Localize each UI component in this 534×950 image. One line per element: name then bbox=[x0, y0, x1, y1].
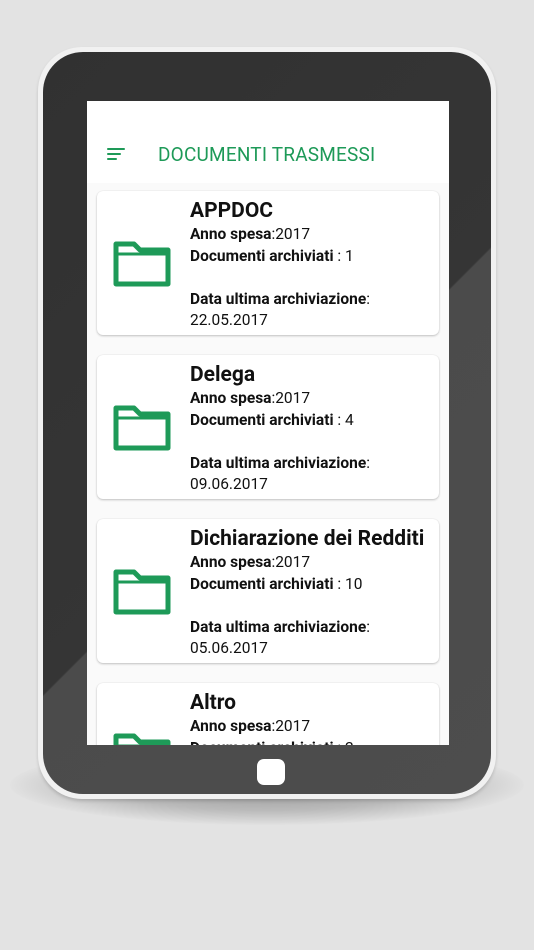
folder-icon bbox=[113, 733, 171, 745]
anno-spesa-label: Anno spesa bbox=[190, 553, 272, 571]
folder-icon bbox=[113, 405, 171, 451]
data-ultima-value: 09.06.2017 bbox=[190, 475, 268, 493]
anno-spesa-row: Anno spesa:2017 bbox=[190, 551, 435, 573]
data-ultima-row: Data ultima archiviazione: bbox=[190, 288, 435, 310]
documenti-archiviati-label: Documenti archiviati bbox=[190, 247, 334, 265]
anno-spesa-label: Anno spesa bbox=[190, 389, 272, 407]
documenti-archiviati-row: Documenti archiviati : 2 bbox=[190, 737, 435, 745]
data-ultima-row: Data ultima archiviazione: bbox=[190, 452, 435, 474]
card-title: Altro bbox=[190, 691, 237, 715]
document-category-card[interactable]: Altro Anno spesa:2017 Documenti archivia… bbox=[97, 683, 439, 745]
app-screen: DOCUMENTI TRASMESSI APPDOC Anno spesa:20… bbox=[87, 101, 449, 745]
data-ultima-label: Data ultima archiviazione bbox=[190, 618, 367, 636]
card-content: Dichiarazione dei Redditi Anno spesa:201… bbox=[190, 527, 435, 658]
anno-spesa-value: :2017 bbox=[271, 389, 311, 407]
documenti-archiviati-label: Documenti archiviati bbox=[190, 739, 334, 745]
document-category-card[interactable]: Delega Anno spesa:2017 Documenti archivi… bbox=[97, 355, 439, 499]
data-ultima-label: Data ultima archiviazione bbox=[190, 290, 367, 308]
card-title: APPDOC bbox=[190, 199, 274, 223]
home-button[interactable] bbox=[257, 759, 285, 785]
documenti-archiviati-value: : 2 bbox=[334, 739, 353, 745]
anno-spesa-value: :2017 bbox=[271, 225, 311, 243]
anno-spesa-row: Anno spesa:2017 bbox=[190, 223, 435, 245]
document-category-card[interactable]: Dichiarazione dei Redditi Anno spesa:201… bbox=[97, 519, 439, 663]
anno-spesa-label: Anno spesa bbox=[190, 717, 272, 735]
card-content: Delega Anno spesa:2017 Documenti archivi… bbox=[190, 363, 435, 494]
anno-spesa-value: :2017 bbox=[271, 553, 311, 571]
data-ultima-value: 22.05.2017 bbox=[190, 311, 268, 329]
data-ultima-label: Data ultima archiviazione bbox=[190, 454, 367, 472]
card-title: Dichiarazione dei Redditi bbox=[190, 527, 425, 551]
folder-icon bbox=[113, 569, 171, 615]
data-ultima-colon: : bbox=[366, 290, 370, 308]
document-category-card[interactable]: APPDOC Anno spesa:2017 Documenti archivi… bbox=[97, 191, 439, 335]
app-bar: DOCUMENTI TRASMESSI bbox=[87, 101, 449, 183]
documenti-archiviati-label: Documenti archiviati bbox=[190, 575, 334, 593]
documenti-archiviati-value: : 4 bbox=[333, 411, 354, 429]
documenti-archiviati-row: Documenti archiviati : 1 bbox=[190, 245, 435, 267]
page-title: DOCUMENTI TRASMESSI bbox=[158, 143, 376, 166]
documenti-archiviati-row: Documenti archiviati : 10 bbox=[190, 573, 435, 595]
documents-list: APPDOC Anno spesa:2017 Documenti archivi… bbox=[97, 191, 439, 745]
card-content: Altro Anno spesa:2017 Documenti archivia… bbox=[190, 691, 435, 745]
anno-spesa-row: Anno spesa:2017 bbox=[190, 715, 435, 737]
hamburger-menu-icon[interactable] bbox=[107, 148, 125, 160]
folder-icon bbox=[113, 241, 171, 287]
anno-spesa-label: Anno spesa bbox=[190, 225, 272, 243]
documenti-archiviati-value: : 10 bbox=[333, 575, 363, 593]
data-ultima-colon: : bbox=[366, 618, 370, 636]
documenti-archiviati-value: : 1 bbox=[333, 247, 354, 265]
data-ultima-row: Data ultima archiviazione: bbox=[190, 616, 435, 638]
card-title: Delega bbox=[190, 363, 256, 387]
data-ultima-colon: : bbox=[366, 454, 370, 472]
card-content: APPDOC Anno spesa:2017 Documenti archivi… bbox=[190, 199, 435, 330]
documenti-archiviati-label: Documenti archiviati bbox=[190, 411, 334, 429]
data-ultima-value: 05.06.2017 bbox=[190, 639, 268, 657]
documenti-archiviati-row: Documenti archiviati : 4 bbox=[190, 409, 435, 431]
anno-spesa-value: :2017 bbox=[271, 717, 311, 735]
anno-spesa-row: Anno spesa:2017 bbox=[190, 387, 435, 409]
